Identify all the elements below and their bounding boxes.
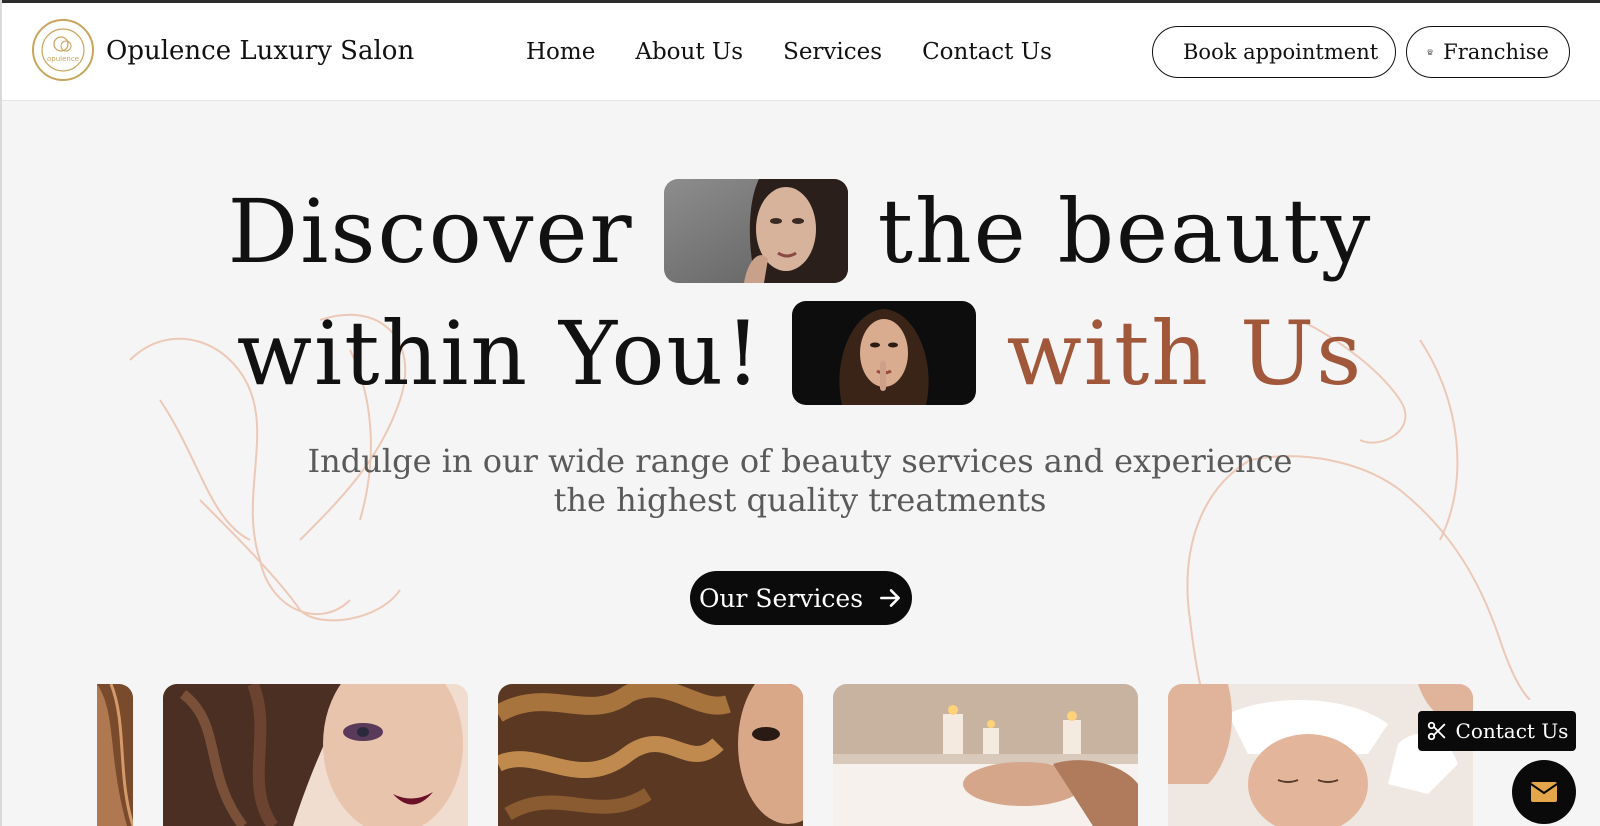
nav-about-us[interactable]: About Us bbox=[635, 39, 743, 65]
hero-portrait-photo-1 bbox=[663, 179, 848, 283]
spa-massage-photo bbox=[833, 684, 1138, 826]
floating-contact-button[interactable]: Contact Us bbox=[1418, 711, 1576, 751]
hero-headline-line-2: within You! with Us bbox=[0, 298, 1600, 408]
brand-name[interactable]: Opulence Luxury Salon bbox=[106, 36, 414, 66]
franchise-button[interactable]: Franchise bbox=[1406, 26, 1570, 78]
hero-word-with-us: with Us bbox=[1006, 301, 1364, 405]
hero-word-discover: Discover bbox=[227, 179, 634, 283]
hero-word-within-you: within You! bbox=[236, 301, 763, 405]
hero-subtitle: Indulge in our wide range of beauty serv… bbox=[307, 442, 1293, 519]
franchise-label: Franchise bbox=[1443, 40, 1549, 64]
nav-contact-us[interactable]: Contact Us bbox=[922, 39, 1052, 65]
scissors-icon bbox=[1427, 721, 1445, 741]
gallery-card-facial[interactable] bbox=[1168, 684, 1473, 826]
site-header: opulence Opulence Luxury Salon Home Abou… bbox=[0, 3, 1600, 101]
nav-home[interactable]: Home bbox=[526, 39, 595, 65]
hero-headline-line-1: Discover the beauty bbox=[0, 176, 1600, 286]
our-services-button[interactable]: Our Services bbox=[690, 571, 912, 625]
page-edge bbox=[0, 0, 2, 826]
mail-button[interactable] bbox=[1512, 760, 1576, 824]
logo-emblem-icon: opulence bbox=[41, 28, 85, 72]
makeup-model-photo bbox=[163, 684, 468, 826]
arrow-right-icon bbox=[880, 589, 901, 607]
main-nav: Home About Us Services Contact Us bbox=[526, 39, 1052, 65]
gallery-card-makeup[interactable] bbox=[163, 684, 468, 826]
gallery-card-spa[interactable] bbox=[833, 684, 1138, 826]
hero-portrait-photo-2 bbox=[792, 301, 977, 405]
gallery-card-hair[interactable] bbox=[97, 684, 133, 826]
hair-photo bbox=[97, 684, 133, 826]
our-services-label: Our Services bbox=[698, 583, 864, 613]
logo-wordmark: opulence bbox=[47, 55, 79, 63]
book-appointment-label: Book appointment bbox=[1183, 40, 1379, 64]
curly-hair-photo bbox=[498, 684, 803, 826]
store-icon bbox=[1427, 49, 1433, 55]
book-appointment-button[interactable]: Book appointment bbox=[1152, 26, 1396, 78]
gallery-card-curly-hair[interactable] bbox=[498, 684, 803, 826]
facial-treatment-photo bbox=[1168, 684, 1473, 826]
hero-word-the-beauty: the beauty bbox=[877, 179, 1373, 283]
mail-icon bbox=[1530, 782, 1558, 802]
nav-services[interactable]: Services bbox=[783, 39, 882, 65]
floating-contact-label: Contact Us bbox=[1455, 719, 1569, 743]
logo[interactable]: opulence bbox=[32, 19, 94, 81]
